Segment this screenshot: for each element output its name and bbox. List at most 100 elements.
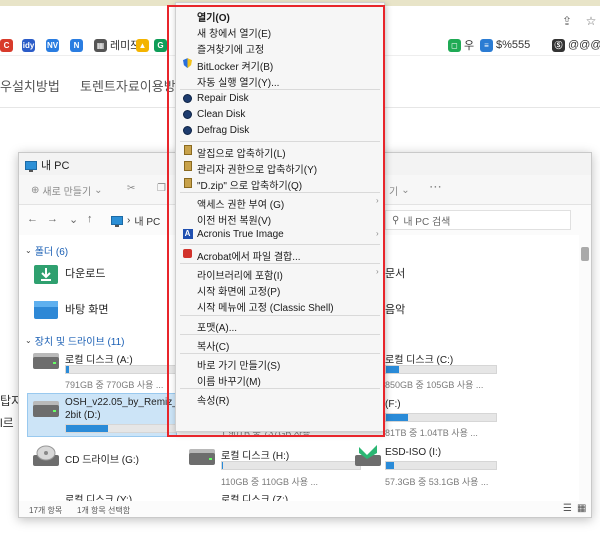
bookmark-item[interactable]: ▲ bbox=[136, 37, 149, 53]
context-menu-item[interactable]: "D.zip" 으로 압축하기(Q) bbox=[176, 175, 384, 192]
menu-item-label: Acrobat에서 파일 결합... bbox=[197, 251, 301, 263]
menu-item-label: Repair Disk bbox=[197, 93, 249, 104]
folder-documents-label[interactable]: 문서 bbox=[385, 265, 405, 281]
context-menu-item[interactable]: 열기(O) bbox=[176, 7, 384, 24]
menu-separator bbox=[180, 333, 380, 335]
more-options-icon[interactable]: ⋯ bbox=[429, 179, 442, 195]
bookmark-item[interactable]: ≡ $%555 bbox=[480, 37, 530, 53]
folders-group-header[interactable]: ⌄ 폴더 (6) bbox=[25, 243, 68, 258]
context-menu-item[interactable]: 새 창에서 열기(E) bbox=[176, 23, 384, 40]
vertical-scrollbar[interactable] bbox=[581, 239, 589, 499]
context-menu-item[interactable]: 이름 바꾸기(M) bbox=[176, 371, 384, 388]
drives-group-header[interactable]: ⌄ 장치 및 드라이브 (11) bbox=[25, 333, 124, 348]
cd-drive-icon[interactable] bbox=[33, 445, 59, 467]
chevron-down-icon: ⌄ bbox=[94, 185, 103, 196]
bookmark-label: 우 bbox=[464, 40, 475, 52]
context-menu-item[interactable]: 관리자 권한으로 압축하기(Y) bbox=[176, 159, 384, 176]
folder-downloads-label[interactable]: 다운로드 bbox=[65, 265, 105, 281]
context-menu-item[interactable]: Repair Disk bbox=[176, 91, 384, 107]
context-menu-item[interactable]: A Acronis True Image › bbox=[176, 227, 384, 243]
esd-iso-drive-icon[interactable] bbox=[355, 445, 381, 467]
drive-d-label-line2[interactable]: 2bit (D:) bbox=[65, 410, 101, 421]
folder-desktop-label[interactable]: 바탕 화면 bbox=[65, 301, 109, 317]
bookmark-favicon-icon: ≡ bbox=[480, 38, 493, 52]
recent-chevron-icon[interactable]: ⌄ bbox=[69, 213, 78, 226]
context-menu-item[interactable]: 자동 실행 열기(Y)... bbox=[176, 72, 384, 89]
drive-g-label[interactable]: CD 드라이브 (G:) bbox=[65, 451, 139, 466]
plus-circle-icon: ⊕ bbox=[31, 185, 40, 196]
chevron-down-icon: ⌄ bbox=[25, 246, 32, 255]
cut-icon[interactable]: ✂ bbox=[127, 183, 135, 194]
drive-h-usage-bar bbox=[221, 461, 361, 470]
alzip-icon bbox=[182, 177, 193, 188]
menu-item-label: 복사(C) bbox=[197, 341, 230, 353]
local-disk-icon[interactable] bbox=[33, 401, 59, 417]
view-more-button[interactable]: 기 ⌄ bbox=[389, 183, 410, 198]
window-title: 내 PC bbox=[41, 160, 70, 172]
drive-a-label[interactable]: 로컬 디스크 (A:) bbox=[65, 351, 133, 366]
context-menu-item[interactable]: 이전 버전 복원(V) bbox=[176, 210, 384, 227]
search-input[interactable]: ⚲ 내 PC 검색 bbox=[385, 210, 571, 230]
bookmark-item[interactable]: G bbox=[154, 37, 167, 53]
menu-separator bbox=[180, 388, 380, 390]
context-menu-item[interactable]: Acrobat에서 파일 결합... bbox=[176, 246, 384, 263]
drive-a-usage-text: 791GB 중 770GB 사용 ... bbox=[65, 380, 164, 390]
context-menu-item[interactable]: Defrag Disk bbox=[176, 123, 384, 139]
tiles-view-icon[interactable]: ▦ bbox=[577, 503, 586, 514]
download-folder-icon[interactable] bbox=[33, 261, 59, 285]
bookmark-item[interactable]: Ⓢ @@@ bbox=[552, 37, 600, 53]
context-menu-item[interactable]: 시작 메뉴에 고정 (Classic Shell) bbox=[176, 297, 384, 315]
nav-link-install[interactable]: 우설치방법 bbox=[0, 76, 60, 95]
bookmark-item[interactable]: C bbox=[0, 37, 13, 53]
chevron-down-icon: ⌄ bbox=[401, 185, 410, 196]
context-menu-item[interactable]: 복사(C) bbox=[176, 336, 384, 353]
forward-arrow-icon[interactable]: → bbox=[47, 213, 58, 225]
drive-f-label[interactable]: (F:) bbox=[385, 399, 401, 410]
drive-h-label[interactable]: 로컬 디스크 (H:) bbox=[221, 447, 289, 462]
menu-item-label: 액세스 권한 부여 (G) bbox=[197, 200, 285, 212]
nav-link-torrent[interactable]: 토렌트자료이용방 bbox=[80, 76, 176, 95]
menu-item-label: 시작 메뉴에 고정 (Classic Shell) bbox=[197, 303, 334, 315]
folder-music-label[interactable]: 음악 bbox=[385, 301, 405, 317]
drive-c-label[interactable]: 로컬 디스크 (C:) bbox=[385, 351, 453, 366]
bookmark-item[interactable]: NV bbox=[46, 37, 59, 53]
bookmark-item[interactable]: N bbox=[70, 37, 83, 53]
local-disk-icon[interactable] bbox=[189, 449, 215, 465]
context-menu-item[interactable]: 알집으로 압축하기(L) bbox=[176, 143, 384, 160]
desktop-folder-icon[interactable] bbox=[33, 297, 59, 321]
bookmark-item[interactable]: ◻ 우 bbox=[448, 37, 474, 53]
context-menu-item[interactable]: 시작 화면에 고정(P) bbox=[176, 281, 384, 298]
up-arrow-icon[interactable]: ↑ bbox=[87, 213, 93, 225]
context-menu-item[interactable]: BitLocker 켜기(B) bbox=[176, 56, 384, 73]
drive-i-label[interactable]: ESD-ISO (I:) bbox=[385, 447, 441, 458]
copy-icon[interactable]: ❐ bbox=[157, 183, 166, 194]
menu-item-label: Acronis True Image bbox=[197, 228, 284, 240]
context-menu-item[interactable]: 바로 가기 만들기(S) bbox=[176, 355, 384, 372]
local-disk-icon[interactable] bbox=[33, 353, 59, 369]
context-menu-item[interactable]: 즐겨찾기에 고정 bbox=[176, 39, 384, 57]
context-menu-item[interactable]: 액세스 권한 부여 (G) › bbox=[176, 194, 384, 212]
scrollbar-thumb[interactable] bbox=[581, 247, 589, 261]
context-menu-item[interactable]: Clean Disk bbox=[176, 107, 384, 123]
address-bar[interactable]: › 내 PC bbox=[107, 210, 179, 230]
share-icon[interactable]: ⇪ bbox=[560, 14, 574, 28]
back-arrow-icon[interactable]: ← bbox=[27, 213, 38, 225]
drive-d-usage-bar bbox=[65, 424, 177, 433]
submenu-chevron-icon: › bbox=[376, 228, 379, 238]
bookmark-favicon-icon: G bbox=[154, 38, 167, 52]
bookmark-item[interactable]: ▦ 레미쯔 bbox=[94, 37, 140, 53]
submenu-chevron-icon: › bbox=[376, 196, 379, 206]
bookmark-star-icon[interactable]: ☆ bbox=[584, 14, 598, 28]
bookmark-item[interactable]: idy bbox=[22, 37, 35, 53]
submenu-chevron-icon: › bbox=[376, 267, 379, 276]
context-menu-item[interactable]: 포맷(A)... bbox=[176, 317, 384, 334]
context-menu-item[interactable]: 라이브러리에 포함(I) › bbox=[176, 265, 384, 282]
status-item-count: 17개 항목 bbox=[29, 506, 63, 515]
context-menu-item[interactable]: 속성(R) bbox=[176, 390, 384, 407]
menu-item-label: 라이브러리에 포함(I) bbox=[197, 271, 283, 282]
details-view-icon[interactable]: ☰ bbox=[563, 503, 572, 514]
new-button[interactable]: ⊕ 새로 만들기 ⌄ bbox=[31, 183, 103, 198]
usage-fill bbox=[386, 462, 394, 469]
menu-item-label: 즐겨찾기에 고정 bbox=[197, 45, 265, 57]
drive-d-label[interactable]: OSH_v22.05_by_Remiz_3 bbox=[65, 397, 183, 408]
